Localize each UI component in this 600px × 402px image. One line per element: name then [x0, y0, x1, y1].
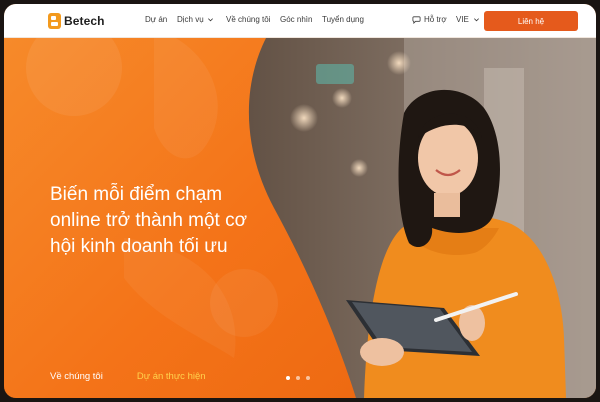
support-link[interactable]: Hỗ trợ — [412, 15, 447, 24]
slider-dot-3[interactable] — [306, 376, 310, 380]
browser-frame: Betech Dự án Dịch vụ Về chúng tôi Góc nh… — [4, 4, 596, 398]
slider-dot-2[interactable] — [296, 376, 300, 380]
hero-links: Về chúng tôi Dự án thực hiện — [50, 371, 206, 382]
nav-item-careers[interactable]: Tuyển dụng — [322, 15, 364, 24]
language-switcher[interactable]: VIE — [456, 15, 480, 24]
chevron-down-icon — [207, 18, 213, 22]
hero-title-line: Biến mỗi điểm chạm — [50, 184, 223, 205]
projects-link[interactable]: Dự án thực hiện — [137, 371, 206, 382]
support-label: Hỗ trợ — [424, 15, 447, 24]
hero-title-line: online trở thành một cơ — [50, 210, 248, 231]
site-header: Betech Dự án Dịch vụ Về chúng tôi Góc nh… — [4, 4, 596, 38]
slider-dot-1[interactable] — [286, 376, 290, 380]
nav-item-label: Dự án — [145, 15, 168, 24]
slider-dots — [286, 376, 310, 380]
hero-section: Biến mỗi điểm chạm online trở thành một … — [4, 38, 596, 398]
nav-item-label: Về chúng tôi — [226, 15, 271, 24]
nav-item-about[interactable]: Về chúng tôi — [226, 15, 270, 24]
nav-item-label: Dịch vụ — [177, 15, 204, 24]
chevron-down-icon — [473, 18, 479, 22]
hero-title-line: hội kinh doanh tối ưu — [50, 236, 228, 257]
nav-item-insights[interactable]: Góc nhìn — [280, 15, 312, 24]
nav-item-label: Góc nhìn — [280, 15, 313, 24]
language-label: VIE — [456, 15, 469, 24]
nav-item-services[interactable]: Dịch vụ — [177, 15, 214, 24]
about-us-link[interactable]: Về chúng tôi — [50, 371, 103, 382]
hero-title: Biến mỗi điểm chạm online trở thành một … — [50, 182, 290, 260]
contact-button[interactable]: Liên hệ — [484, 11, 578, 31]
support-chat-icon — [412, 16, 421, 24]
nav-item-projects[interactable]: Dự án — [145, 15, 167, 24]
nav-item-label: Tuyển dụng — [322, 15, 364, 24]
